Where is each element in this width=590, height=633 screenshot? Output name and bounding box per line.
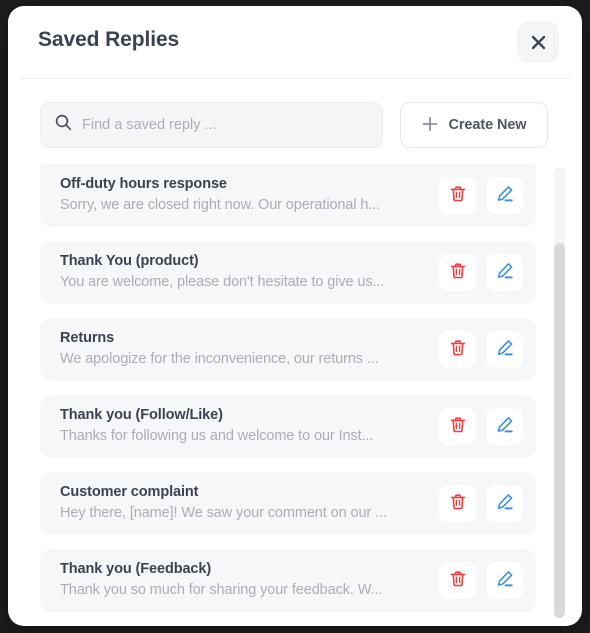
saved-reply-title: Thank You (product) (60, 253, 199, 269)
saved-reply-row[interactable]: Thank you (Follow/Like) Thanks for follow… (40, 395, 536, 458)
edit-reply-button[interactable] (486, 485, 523, 522)
pencil-icon (496, 339, 514, 360)
trash-icon (449, 570, 467, 591)
saved-reply-title: Returns (60, 330, 115, 346)
create-new-button[interactable]: Create New (400, 102, 548, 148)
saved-reply-title: Thank you (Follow/Like) (60, 407, 223, 423)
saved-reply-text: Customer complaint Hey there, [name]! We … (60, 483, 422, 524)
saved-reply-title: Thank you (Feedback) (60, 561, 212, 577)
saved-reply-text: Returns We apologize for the inconvenienc… (60, 329, 422, 370)
saved-reply-row[interactable]: Customer complaint Hey there, [name]! We … (40, 472, 536, 535)
pencil-icon (496, 185, 514, 206)
trash-icon (449, 262, 467, 283)
saved-reply-preview: Thanks for following us and welcome to o… (60, 428, 374, 444)
page-title: Saved Replies (38, 28, 180, 51)
saved-reply-actions (439, 177, 523, 214)
saved-reply-title: Off-duty hours response (60, 176, 227, 192)
delete-reply-button[interactable] (439, 254, 476, 291)
edit-reply-button[interactable] (486, 562, 523, 599)
trash-icon (449, 185, 467, 206)
saved-reply-text: Thank you (Follow/Like) Thanks for follow… (60, 406, 422, 447)
trash-icon (449, 339, 467, 360)
delete-reply-button[interactable] (439, 331, 476, 368)
trash-icon (449, 416, 467, 437)
edit-reply-button[interactable] (486, 331, 523, 368)
saved-reply-actions (439, 331, 523, 368)
saved-reply-actions (439, 254, 523, 291)
saved-replies-scroll-area[interactable]: Off-duty hours response Sorry, we are clo… (8, 164, 582, 618)
saved-replies-dialog: Saved Replies Find a saved reply ... Cre… (8, 6, 582, 626)
saved-reply-row[interactable]: Thank you (Feedback) Thank you so much fo… (40, 549, 536, 612)
search-input[interactable] (82, 117, 368, 133)
dialog-header: Saved Replies (8, 6, 582, 79)
create-new-label: Create New (448, 117, 527, 133)
saved-reply-row[interactable]: Returns We apologize for the inconvenienc… (40, 318, 536, 381)
saved-reply-actions (439, 562, 523, 599)
saved-reply-preview: You are welcome, please don't hesitate t… (60, 274, 385, 290)
saved-reply-preview: Thank you so much for sharing your feedb… (60, 582, 383, 598)
search-field[interactable] (40, 102, 383, 148)
saved-reply-text: Thank You (product) You are welcome, plea… (60, 252, 422, 293)
search-icon (55, 114, 72, 136)
trash-icon (449, 493, 467, 514)
close-button[interactable] (517, 21, 559, 63)
saved-reply-text: Thank you (Feedback) Thank you so much fo… (60, 560, 422, 601)
delete-reply-button[interactable] (439, 177, 476, 214)
edit-reply-button[interactable] (486, 254, 523, 291)
header-divider (20, 78, 570, 79)
scrollbar-thumb[interactable] (554, 243, 565, 618)
saved-reply-preview: Sorry, we are closed right now. Our oper… (60, 197, 381, 213)
saved-reply-preview: Hey there, [name]! We saw your comment o… (60, 505, 387, 521)
saved-reply-text: Off-duty hours response Sorry, we are clo… (60, 175, 422, 216)
saved-reply-preview: We apologize for the inconvenience, our … (60, 351, 379, 367)
saved-reply-actions (439, 408, 523, 445)
saved-reply-actions (439, 485, 523, 522)
saved-reply-row[interactable]: Off-duty hours response Sorry, we are clo… (40, 164, 536, 227)
pencil-icon (496, 570, 514, 591)
pencil-icon (496, 416, 514, 437)
toolbar: Create New (8, 102, 582, 152)
delete-reply-button[interactable] (439, 562, 476, 599)
pencil-icon (496, 493, 514, 514)
pencil-icon (496, 262, 514, 283)
edit-reply-button[interactable] (486, 177, 523, 214)
scrollbar-track[interactable] (554, 167, 565, 618)
delete-reply-button[interactable] (439, 408, 476, 445)
saved-reply-title: Customer complaint (60, 484, 199, 500)
delete-reply-button[interactable] (439, 485, 476, 522)
saved-reply-row[interactable]: Thank You (product) You are welcome, plea… (40, 241, 536, 304)
close-icon (531, 35, 546, 50)
saved-replies-list: Off-duty hours response Sorry, we are clo… (8, 164, 582, 618)
plus-icon (422, 116, 438, 135)
edit-reply-button[interactable] (486, 408, 523, 445)
